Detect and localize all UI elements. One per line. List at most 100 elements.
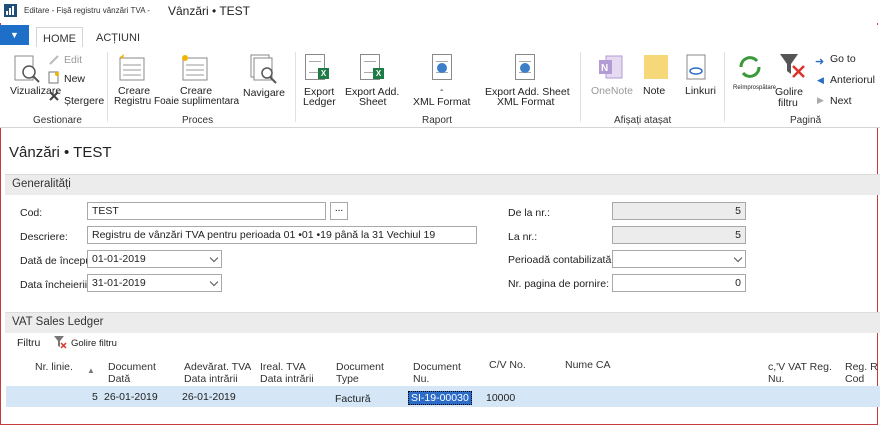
group-gestionare-label: Gestionare <box>33 115 82 126</box>
refresh-label: Reîmprospătare <box>733 85 777 91</box>
data-incheierii-label: Data încheierii: <box>20 279 91 291</box>
col-doc-type-1[interactable]: Document <box>336 361 384 373</box>
tab-actiuni[interactable]: ACȚIUNI <box>96 27 140 47</box>
registru-label: Registru <box>114 96 152 107</box>
globe-icon <box>520 63 530 73</box>
section-vat-sales-ledger[interactable]: VAT Sales Ledger <box>5 312 880 333</box>
filter-label[interactable]: Filtru <box>17 337 40 349</box>
anterior-label: Anteriorul <box>830 74 875 86</box>
clear-filter-button[interactable]: Golire filtru <box>71 338 117 349</box>
link-icon <box>686 54 706 80</box>
cell-cv-no: 10000 <box>486 392 516 404</box>
note-label: Note <box>643 85 666 97</box>
golire-filtru-label-2: filtru <box>778 97 798 109</box>
perioada-field[interactable] <box>612 250 746 268</box>
group-proces-label: Proces <box>182 115 214 126</box>
stergere-label: Ștergere <box>64 95 105 107</box>
arrow-next-icon: ▶ <box>817 95 824 105</box>
cod-field[interactable]: TEST <box>87 202 326 220</box>
data-inceput-field[interactable]: 01-01-2019 <box>87 250 222 268</box>
group-separator <box>295 52 296 122</box>
col-vat-reg-2: Nu. <box>768 373 785 385</box>
col-doc-date-2: Dată <box>108 373 131 385</box>
linkuri-label: Linkuri <box>685 85 716 97</box>
tab-home[interactable]: HOME <box>36 27 83 49</box>
cod-lookup-button[interactable]: ... <box>330 202 348 220</box>
group-separator <box>580 52 581 122</box>
section-generalitati-label: Generalități <box>12 178 71 190</box>
onenote-label: OneNote <box>591 85 634 97</box>
col-doc-date-1[interactable]: Document <box>108 361 156 373</box>
pencil-icon <box>49 55 59 65</box>
section-vat-sales-ledger-label: VAT Sales Ledger <box>12 316 104 328</box>
clear-filter-icon <box>780 54 805 78</box>
delete-icon <box>49 91 59 101</box>
col-reg-code-2: Cod <box>845 373 865 385</box>
data-incheierii-value: 31-01-2019 <box>92 277 146 289</box>
col-doc-no-1[interactable]: Document <box>413 361 461 373</box>
export-add-xml-label-2: XML Format <box>497 96 555 108</box>
go-to-label: Go to <box>830 53 856 65</box>
clear-filter-icon <box>54 336 67 349</box>
create-sheet-icon <box>182 55 208 81</box>
cod-label: Cod: <box>20 207 43 219</box>
col-name[interactable]: Nume CA <box>565 359 611 371</box>
cell-doc-date: 26-01-2019 <box>104 391 158 403</box>
group-raport-label: Raport <box>422 115 453 126</box>
cell-line-no: 5 <box>92 391 98 403</box>
col-vat-date-2: Data intrării <box>184 373 238 385</box>
data-incheierii-field[interactable]: 31-01-2019 <box>87 274 222 292</box>
new-doc-icon <box>48 71 59 84</box>
section-generalitati[interactable]: Generalități <box>5 174 880 195</box>
export-ledger-label-2: Ledger <box>303 96 336 108</box>
foaie-label: Foaie suplimentara <box>154 96 240 107</box>
edit-label: Edit <box>64 54 83 66</box>
group-separator <box>107 52 108 122</box>
pagina-label: Nr. pagina de pornire: <box>508 278 609 290</box>
navigare-label: Navigare <box>243 87 286 99</box>
perioada-label: Perioadă contabilizată: <box>508 254 615 266</box>
de-la-field: 5 <box>612 202 746 220</box>
col-real-vat-2: Data intrării <box>260 373 314 385</box>
col-reg-code-1[interactable]: Reg. R <box>845 361 878 373</box>
col-cv-no[interactable]: C/V No. <box>489 359 526 371</box>
pagina-field[interactable]: 0 <box>612 274 746 292</box>
export-add-label-2: Sheet <box>359 96 387 108</box>
group-separator <box>724 52 725 122</box>
la-field: 5 <box>612 226 746 244</box>
col-doc-no-2: Nu. <box>413 373 430 385</box>
chevron-down-icon <box>209 277 219 287</box>
refresh-icon <box>739 56 761 78</box>
la-label: La nr.: <box>508 231 538 243</box>
xml-format-label: XML Format <box>413 96 471 108</box>
data-inceput-value: 01-01-2019 <box>92 253 146 265</box>
cell-vat-date: 26-01-2019 <box>182 391 236 403</box>
col-doc-type-2: Type <box>336 373 359 385</box>
chevron-down-icon <box>209 253 219 263</box>
cell-doc-no[interactable]: SI-19-00030 <box>408 391 472 405</box>
window-title: Vânzări • TEST <box>168 4 251 18</box>
group-pagina-label: Pagină <box>790 115 822 126</box>
sort-up-icon: ▲ <box>87 366 95 375</box>
navigate-icon <box>250 54 277 84</box>
app-logo-icon <box>4 4 17 17</box>
descriere-field[interactable]: Registru de vânzări TVA pentru perioada … <box>87 226 477 244</box>
arrow-left-icon: ◀ <box>817 75 824 85</box>
svg-text:N: N <box>601 63 608 74</box>
view-icon <box>14 55 40 83</box>
app-menu-button[interactable]: ▼ <box>0 25 29 45</box>
xml-dash-label: - <box>440 84 444 96</box>
new-label: New <box>64 73 86 85</box>
col-real-vat-1[interactable]: Ireal. TVA <box>260 361 306 373</box>
chevron-down-icon <box>733 253 743 263</box>
de-la-label: De la nr.: <box>508 207 551 219</box>
next-label: Next <box>830 95 852 107</box>
page-title: Vânzări • TEST <box>9 144 112 161</box>
col-line-no[interactable]: Nr. linie. <box>35 361 73 373</box>
create-register-icon <box>119 54 145 81</box>
col-vat-reg-1[interactable]: c,'V VAT Reg. <box>768 361 832 373</box>
cell-doc-type: Factură <box>335 393 371 405</box>
note-icon <box>644 55 668 79</box>
group-afisati-label: Afișați atașat <box>614 115 672 126</box>
col-vat-date-1[interactable]: Adevărat. TVA <box>184 361 251 373</box>
